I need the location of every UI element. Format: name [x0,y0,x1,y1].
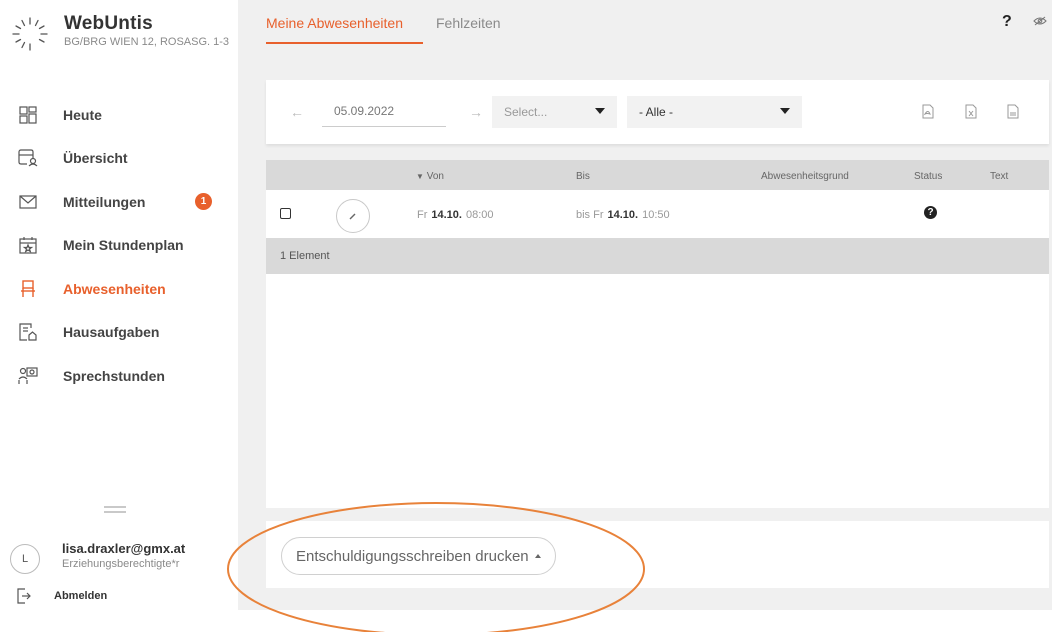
calendar-icon [18,235,38,255]
edit-button[interactable] [336,199,370,233]
tab-meine-abwesenheiten[interactable]: Meine Abwesenheiten [266,15,403,31]
chevron-down-icon [595,108,605,114]
sort-von-header[interactable]: ▼ Von [416,171,444,182]
previous-arrow-icon[interactable]: ← [290,104,304,120]
export-excel-icon[interactable] [965,104,977,119]
sidebar-item-mitteilungen[interactable]: Mitteilungen 1 [0,180,238,224]
sidebar-item-uebersicht[interactable]: Übersicht [0,137,238,181]
status-header[interactable]: Status [914,171,942,182]
sidebar-item-sprechstunden[interactable]: Sprechstunden [0,354,238,398]
unread-badge: 1 [195,193,212,210]
sidebar-item-stundenplan[interactable]: Mein Stundenplan [0,224,238,268]
grund-header[interactable]: Abwesenheitsgrund [761,171,849,182]
user-role: Erziehungsberechtigte*r [62,558,180,570]
sort-desc-icon: ▼ [416,172,424,181]
caret-up-icon [534,554,541,558]
absences-table: ▼ Von Bis Abwesenheitsgrund Status Text … [266,160,1049,508]
sidebar-item-label: Hausaufgaben [63,324,160,341]
school-name: BG/BRG WIEN 12, ROSASG. 1-3 [64,36,230,48]
homework-icon [18,322,38,342]
brand[interactable]: WebUntis BG/BRG WIEN 12, ROSASG. 1-3 [10,14,234,54]
pencil-icon [349,213,356,220]
export-pdf-icon[interactable] [922,104,934,119]
sidebar-nav: Heute Übersicht Mitteilungen 1 Mein Stun… [0,93,238,398]
export-csv-icon[interactable] [1007,104,1019,119]
overview-icon [18,148,38,168]
help-icon[interactable]: ? [1002,13,1012,31]
brand-title: WebUntis [64,13,153,34]
date-field[interactable]: 05.09.2022 [334,104,394,118]
table-footer-count: 1 Element [266,238,1049,274]
to-cell: bis Fr 14.10. 10:50 [576,209,670,221]
sidebar-item-hausaufgaben[interactable]: Hausaufgaben [0,311,238,355]
avatar: L [10,544,40,574]
sidebar-item-label: Mitteilungen [63,193,146,210]
sidebar-resize-handle[interactable] [104,506,126,514]
chevron-down-icon [780,108,790,114]
user-profile[interactable]: L lisa.draxler@gmx.at Erziehungsberechti… [10,541,185,574]
text-header[interactable]: Text [990,171,1008,182]
tab-bar: Meine Abwesenheiten Fehlzeiten ? [238,0,1052,46]
chair-icon [18,279,38,299]
sidebar-item-heute[interactable]: Heute [0,93,238,137]
consultation-icon [18,366,38,386]
next-arrow-icon[interactable]: → [469,104,483,120]
dashboard-icon [18,105,38,125]
print-excuse-label: Entschuldigungsschreiben drucken [296,547,529,565]
sidebar-item-label: Abwesenheiten [63,280,166,297]
table-row[interactable]: Fr 14.10. 08:00 bis Fr 14.10. 10:50 ? [266,190,1049,238]
from-cell: Fr 14.10. 08:00 [417,209,494,221]
sidebar-item-label: Übersicht [63,150,128,167]
sidebar-item-label: Mein Stundenplan [63,237,184,254]
status-select-value: - Alle - [639,105,674,119]
filter-bar: ← 05.09.2022 → Select... - Alle - [266,80,1049,144]
logout-label: Abmelden [54,590,108,602]
sidebar-item-label: Sprechstunden [63,367,165,384]
sidebar: WebUntis BG/BRG WIEN 12, ROSASG. 1-3 Heu… [0,0,238,610]
print-excuse-button[interactable]: Entschuldigungsschreiben drucken [281,537,556,575]
webuntis-logo-icon [12,17,48,51]
date-underline [322,126,446,127]
table-header: ▼ Von Bis Abwesenheitsgrund Status Text [266,160,1049,190]
period-select[interactable]: Select... [492,96,617,128]
user-name: lisa.draxler@gmx.at [62,541,186,556]
tab-fehlzeiten[interactable]: Fehlzeiten [436,15,501,31]
mail-icon [18,192,38,212]
logout-icon [17,588,31,604]
status-select[interactable]: - Alle - [627,96,802,128]
row-checkbox[interactable] [280,208,291,219]
eye-slash-icon[interactable] [1033,16,1047,26]
status-unknown-icon: ? [924,206,937,219]
main-content: Meine Abwesenheiten Fehlzeiten ? ← 05.09… [238,0,1052,610]
actions-panel: Entschuldigungsschreiben drucken [266,521,1049,588]
sidebar-item-abwesenheiten[interactable]: Abwesenheiten [0,267,238,311]
sidebar-item-label: Heute [63,106,102,123]
bis-header[interactable]: Bis [576,171,590,182]
logout-button[interactable]: Abmelden [17,588,107,604]
period-select-value: Select... [504,105,548,119]
active-tab-indicator [266,42,423,44]
